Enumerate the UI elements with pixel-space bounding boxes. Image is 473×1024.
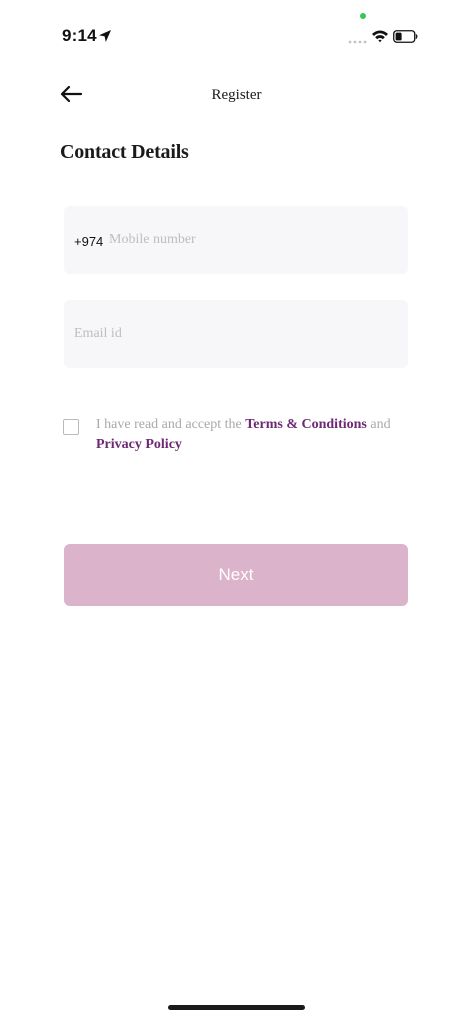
cellular-signal-icon [348, 40, 367, 44]
terms-prefix: I have read and accept the [96, 417, 246, 432]
terms-middle: and [366, 417, 391, 432]
email-input[interactable] [74, 322, 394, 346]
battery-icon [393, 30, 418, 43]
terms-conditions-link[interactable]: Terms & Conditions [245, 417, 367, 432]
privacy-policy-link[interactable]: Privacy Policy [96, 437, 182, 452]
terms-text: I have read and accept the Terms & Condi… [96, 415, 396, 455]
location-arrow-icon [99, 30, 111, 42]
country-code[interactable]: +974 [74, 234, 103, 249]
privacy-indicator-dot [360, 13, 366, 19]
terms-checkbox[interactable] [63, 419, 79, 435]
page-title: Register [211, 87, 262, 103]
wifi-icon [372, 30, 388, 43]
next-button[interactable]: Next [64, 544, 408, 606]
mobile-number-input[interactable] [109, 228, 394, 252]
home-indicator [168, 1005, 305, 1010]
status-time: 9:14 [62, 26, 97, 45]
section-heading: Contact Details [60, 141, 189, 163]
email-field[interactable] [64, 300, 408, 368]
mobile-number-field[interactable]: +974 [64, 206, 408, 274]
status-bar: 9:14 [0, 0, 473, 60]
